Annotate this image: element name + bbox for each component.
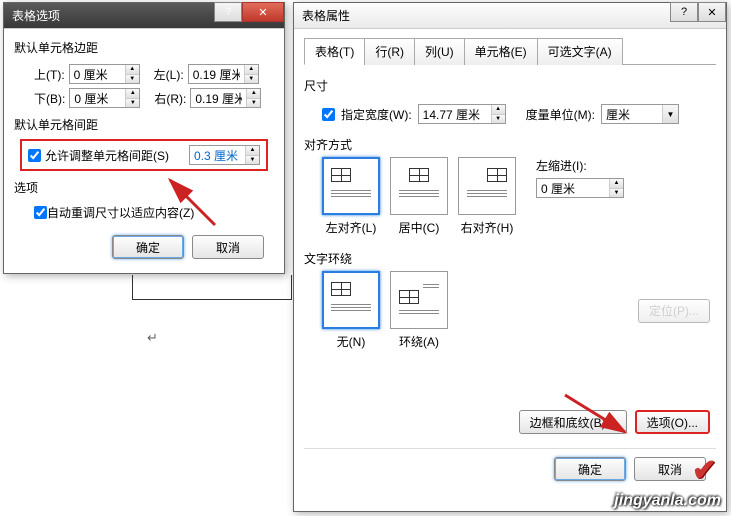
- tab-cell[interactable]: 单元格(E): [464, 38, 538, 65]
- align-left-box[interactable]: [322, 157, 380, 215]
- spacing-group: 默认单元格间距 允许调整单元格间距(S) ▲▼: [14, 114, 274, 171]
- indent-spinner[interactable]: ▲▼: [536, 178, 624, 198]
- align-right-box[interactable]: [458, 157, 516, 215]
- top-label: 上(T):: [34, 66, 65, 83]
- spin-down-icon[interactable]: ▼: [247, 98, 260, 108]
- close-button[interactable]: ✕: [698, 2, 726, 22]
- spacing-label: 默认单元格间距: [14, 114, 274, 137]
- top-input[interactable]: [70, 65, 125, 83]
- bottom-spinner[interactable]: ▲▼: [69, 88, 140, 108]
- pref-width-checkbox[interactable]: [322, 108, 335, 121]
- top-spinner[interactable]: ▲▼: [69, 64, 140, 84]
- width-spinner[interactable]: ▲▼: [418, 104, 506, 124]
- title-right: 表格属性: [302, 7, 670, 24]
- help-button[interactable]: ?: [670, 2, 698, 22]
- spacing-input[interactable]: [190, 146, 245, 164]
- spin-up-icon[interactable]: ▲: [492, 105, 505, 114]
- spin-down-icon[interactable]: ▼: [610, 188, 623, 198]
- measure-dropdown[interactable]: 厘米 ▼: [601, 104, 679, 124]
- tab-row[interactable]: 行(R): [364, 38, 415, 65]
- align-left-text: 左对齐(L): [322, 219, 380, 236]
- spin-up-icon[interactable]: ▲: [610, 179, 623, 188]
- margins-group: 默认单元格边距 上(T): ▲▼ 左(L): ▲▼ 下(B): ▲▼: [14, 37, 274, 108]
- table-options-dialog: 表格选项 ? ✕ 默认单元格边距 上(T): ▲▼ 左(L): ▲▼: [3, 2, 285, 274]
- spin-down-icon[interactable]: ▼: [245, 74, 258, 84]
- align-options: 左对齐(L) 居中(C) 右对齐(H): [322, 157, 516, 236]
- left-margin-label: 左(L):: [154, 66, 184, 83]
- title-buttons-right: ? ✕: [670, 3, 726, 28]
- ok-button-right[interactable]: 确定: [554, 457, 626, 481]
- help-button[interactable]: ?: [214, 2, 242, 22]
- options-button[interactable]: 选项(O)...: [635, 410, 710, 434]
- options-group: 选项 自动重调尺寸以适应内容(Z): [14, 177, 274, 221]
- tab-bar: 表格(T) 行(R) 列(U) 单元格(E) 可选文字(A): [304, 37, 716, 65]
- spin-down-icon[interactable]: ▼: [126, 98, 139, 108]
- spin-down-icon[interactable]: ▼: [126, 74, 139, 84]
- spin-up-icon[interactable]: ▲: [247, 89, 260, 98]
- button-row-left: 确定 取消: [14, 227, 274, 267]
- ok-button[interactable]: 确定: [112, 235, 184, 259]
- measure-label: 度量单位(M):: [526, 106, 595, 123]
- watermark: jingyanla.com: [614, 492, 721, 510]
- position-button: 定位(P)...: [638, 299, 710, 323]
- align-center-box[interactable]: [390, 157, 448, 215]
- close-button[interactable]: ✕: [242, 2, 284, 22]
- checkmark-annotation: ✔: [692, 453, 717, 488]
- wrap-around-box[interactable]: [390, 271, 448, 329]
- left-input[interactable]: [189, 65, 244, 83]
- titlebar-left: 表格选项 ? ✕: [4, 3, 284, 29]
- content-right: 表格(T) 行(R) 列(U) 单元格(E) 可选文字(A) 尺寸 指定宽度(W…: [294, 29, 726, 497]
- spacing-highlight: 允许调整单元格间距(S) ▲▼: [20, 139, 268, 171]
- title-left: 表格选项: [12, 7, 214, 24]
- titlebar-right: 表格属性 ? ✕: [294, 3, 726, 29]
- tab-alttext[interactable]: 可选文字(A): [537, 38, 623, 65]
- margins-label: 默认单元格边距: [14, 37, 274, 60]
- allow-spacing-checkbox[interactable]: [28, 149, 41, 162]
- allow-spacing-text: 允许调整单元格间距(S): [45, 147, 169, 164]
- cancel-button[interactable]: 取消: [192, 235, 264, 259]
- wrap-none-box[interactable]: [322, 271, 380, 329]
- spin-up-icon[interactable]: ▲: [126, 89, 139, 98]
- bottom-label: 下(B):: [34, 90, 65, 107]
- paragraph-mark: ↵: [147, 330, 158, 346]
- background-fragment: [132, 275, 292, 300]
- spin-up-icon[interactable]: ▲: [126, 65, 139, 74]
- autofit-checkbox[interactable]: [34, 206, 47, 219]
- indent-label: 左缩进(I):: [536, 157, 624, 174]
- align-center-text: 居中(C): [390, 219, 448, 236]
- left-spinner[interactable]: ▲▼: [188, 64, 259, 84]
- pref-width-label: 指定宽度(W):: [341, 106, 412, 123]
- spin-down-icon[interactable]: ▼: [246, 155, 259, 165]
- wrap-none-text: 无(N): [322, 333, 380, 350]
- options-label: 选项: [14, 177, 274, 200]
- spin-down-icon[interactable]: ▼: [492, 114, 505, 124]
- autofit-text: 自动重调尺寸以适应内容(Z): [47, 204, 194, 221]
- indent-input[interactable]: [537, 179, 609, 197]
- spacing-spinner[interactable]: ▲▼: [189, 145, 260, 165]
- right-margin-label: 右(R):: [154, 90, 186, 107]
- width-input[interactable]: [419, 105, 491, 123]
- right-spinner[interactable]: ▲▼: [190, 88, 261, 108]
- wrap-label: 文字环绕: [304, 248, 716, 271]
- wrap-around-text: 环绕(A): [390, 333, 448, 350]
- border-shading-button[interactable]: 边框和底纹(B)...: [519, 410, 627, 434]
- spin-up-icon[interactable]: ▲: [245, 65, 258, 74]
- chevron-down-icon: ▼: [662, 105, 678, 123]
- right-input[interactable]: [191, 89, 246, 107]
- content-left: 默认单元格边距 上(T): ▲▼ 左(L): ▲▼ 下(B): ▲▼: [4, 29, 284, 275]
- bottom-input[interactable]: [70, 89, 125, 107]
- tab-column[interactable]: 列(U): [414, 38, 465, 65]
- size-label: 尺寸: [304, 75, 716, 98]
- spin-up-icon[interactable]: ▲: [246, 146, 259, 155]
- measure-value: 厘米: [602, 106, 662, 123]
- wrap-options: 无(N) 环绕(A): [322, 271, 448, 350]
- align-label: 对齐方式: [304, 134, 716, 157]
- title-buttons-left: ? ✕: [214, 3, 284, 28]
- tab-table[interactable]: 表格(T): [304, 38, 365, 65]
- align-right-text: 右对齐(H): [458, 219, 516, 236]
- table-properties-dialog: 表格属性 ? ✕ 表格(T) 行(R) 列(U) 单元格(E) 可选文字(A) …: [293, 2, 727, 512]
